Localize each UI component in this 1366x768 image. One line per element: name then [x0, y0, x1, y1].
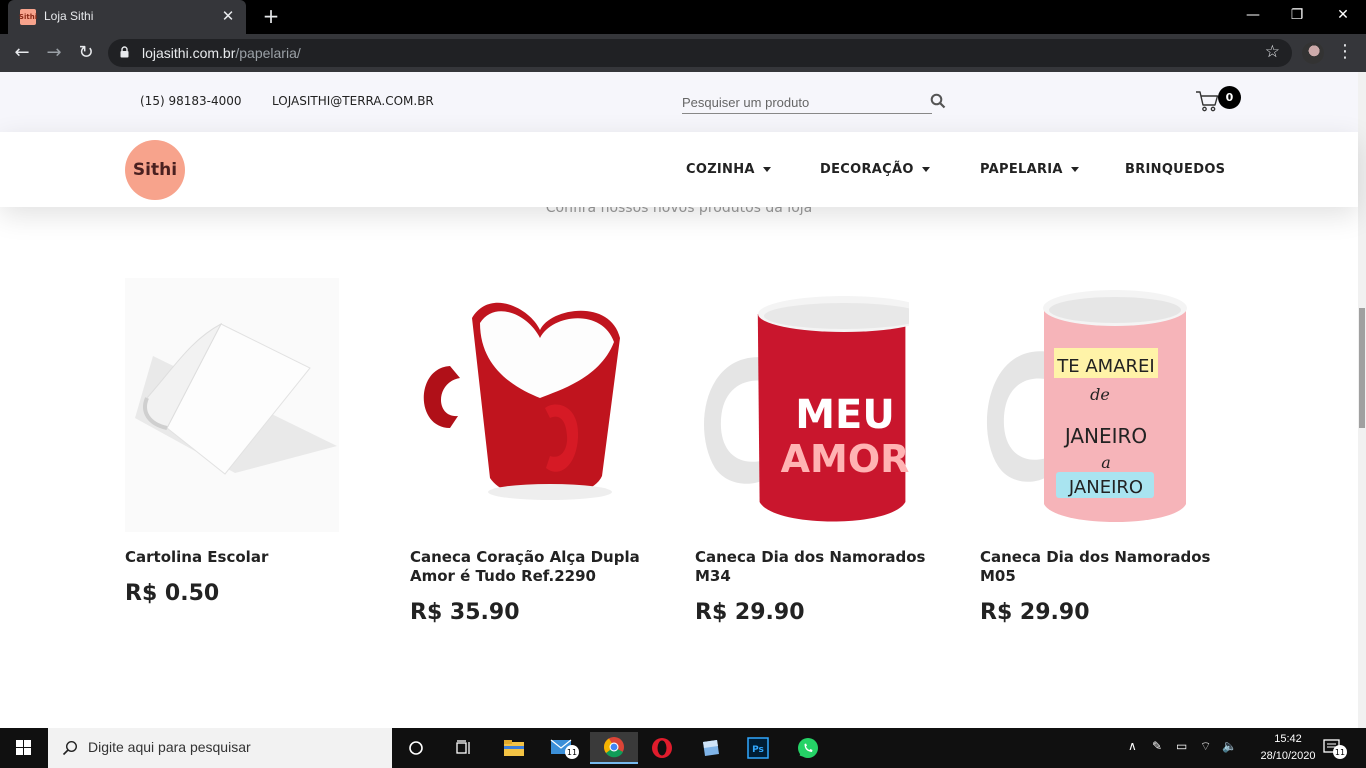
url-domain: lojasithi.com.br — [142, 45, 236, 61]
mug-text-a: a — [1101, 453, 1111, 472]
main-navbar: Sithi COZINHA DECORAÇÃO PAPELARIA BRINQU… — [0, 132, 1358, 207]
address-bar[interactable]: lojasithi.com.br/papelaria/ ☆ — [108, 39, 1292, 67]
bookmark-star-icon[interactable]: ☆ — [1265, 42, 1280, 62]
clock-time: 15:42 — [1274, 733, 1302, 745]
task-view-icon[interactable] — [440, 732, 488, 764]
back-arrow-icon[interactable]: ← — [10, 41, 34, 65]
reload-icon[interactable]: ↻ — [74, 41, 98, 65]
nav-item-cozinha[interactable]: COZINHA — [686, 162, 771, 177]
product-image-paper[interactable] — [125, 278, 339, 532]
url-text: lojasithi.com.br/papelaria/ — [142, 45, 301, 61]
nav-label: BRINQUEDOS — [1125, 162, 1226, 177]
page-scrollbar[interactable] — [1358, 72, 1366, 728]
product-price: R$ 35.90 — [410, 600, 520, 625]
nav-item-decoracao[interactable]: DECORAÇÃO — [820, 162, 930, 177]
shopping-cart-icon[interactable] — [1194, 88, 1220, 114]
nav-label: DECORAÇÃO — [820, 162, 914, 177]
product-image-heart-mug[interactable] — [410, 278, 624, 532]
notification-center-icon[interactable]: 11 — [1322, 736, 1348, 760]
product-name[interactable]: Caneca Coração Alça Dupla Amor é Tudo Re… — [410, 548, 660, 586]
mug-text-amor: AMOR — [781, 437, 909, 481]
taskbar-search-placeholder: Digite aqui para pesquisar — [88, 739, 251, 755]
product-search — [682, 92, 932, 114]
url-path: /papelaria/ — [235, 45, 301, 61]
mug-text-te-amarei: TE AMAREI — [1056, 356, 1154, 377]
browser-menu-icon[interactable]: ⋮ — [1336, 41, 1354, 62]
mug-text-de: de — [1090, 385, 1110, 404]
caret-down-icon — [921, 167, 930, 172]
search-icon — [62, 740, 78, 756]
whatsapp-icon[interactable] — [784, 732, 832, 764]
mug-text-janeiro-2: JANEIRO — [1068, 477, 1143, 498]
minimize-button[interactable]: — — [1230, 0, 1276, 30]
wifi-icon[interactable]: ⌔ — [1200, 739, 1211, 754]
notification-badge: 11 — [1335, 748, 1345, 757]
product-price: R$ 29.90 — [695, 600, 805, 625]
browser-tab-bar: Sithi Loja Sithi ✕ + — ❐ ✕ — [0, 0, 1366, 34]
site-favicon-icon: Sithi — [19, 9, 37, 25]
product-card[interactable]: TE AMAREI de JANEIRO a JANEIRO Caneca Di… — [980, 278, 1235, 625]
battery-icon[interactable]: ▭ — [1176, 739, 1187, 753]
tray-pen-icon[interactable]: ✎ — [1152, 739, 1162, 753]
search-input[interactable] — [682, 92, 912, 113]
product-card[interactable]: Cartolina Escolar R$ 0.50 — [125, 278, 380, 606]
chrome-icon[interactable] — [590, 732, 638, 764]
lock-icon — [120, 46, 129, 58]
volume-icon[interactable]: 🔈 — [1222, 739, 1237, 753]
product-name[interactable]: Cartolina Escolar — [125, 548, 375, 567]
nav-item-papelaria[interactable]: PAPELARIA — [980, 162, 1079, 177]
close-tab-icon[interactable]: ✕ — [218, 6, 238, 26]
sithi-logo[interactable]: Sithi — [125, 140, 185, 200]
tray-chevron-up-icon[interactable]: ∧ — [1128, 739, 1137, 753]
profile-avatar[interactable] — [1302, 42, 1324, 64]
clock-date: 28/10/2020 — [1260, 750, 1316, 762]
new-tab-button[interactable]: + — [260, 5, 282, 27]
windows-taskbar: Digite aqui para pesquisar 11 Ps ∧ ✎ ▭ ⌔… — [0, 728, 1366, 768]
email-address: LOJASITHI@TERRA.COM.BR — [272, 94, 434, 108]
nav-label: PAPELARIA — [980, 162, 1063, 177]
browser-toolbar: ← → ↻ lojasithi.com.br/papelaria/ ☆ ⋮ — [0, 34, 1366, 72]
caret-down-icon — [1070, 167, 1079, 172]
product-image-te-amarei-mug[interactable]: TE AMAREI de JANEIRO a JANEIRO — [980, 278, 1194, 532]
svg-text:Ps: Ps — [752, 745, 764, 755]
product-image-meu-amor-mug[interactable]: MEU AMOR — [695, 278, 909, 532]
caret-down-icon — [762, 167, 771, 172]
nav-label: COZINHA — [686, 162, 755, 177]
restore-button[interactable]: ❐ — [1274, 0, 1320, 30]
windows-start-icon[interactable] — [0, 728, 48, 768]
product-price: R$ 29.90 — [980, 600, 1090, 625]
contact-top-bar: (15) 98183-4000 LOJASITHI@TERRA.COM.BR 0 — [0, 72, 1358, 132]
file-explorer-icon[interactable] — [490, 732, 538, 764]
app-icon[interactable] — [686, 732, 734, 764]
browser-tab[interactable]: Sithi Loja Sithi ✕ — [8, 0, 246, 34]
tab-title: Loja Sithi — [44, 9, 94, 23]
system-clock[interactable]: 15:42 28/10/2020 — [1256, 731, 1320, 765]
product-card[interactable]: MEU AMOR Caneca Dia dos Namorados M34 R$… — [695, 278, 950, 625]
search-icon[interactable] — [930, 93, 946, 109]
opera-icon[interactable] — [638, 732, 686, 764]
product-price: R$ 0.50 — [125, 581, 220, 606]
close-window-button[interactable]: ✕ — [1320, 0, 1366, 30]
mail-icon[interactable]: 11 — [540, 732, 588, 764]
phone-number: (15) 98183-4000 — [140, 94, 242, 108]
product-card[interactable]: Caneca Coração Alça Dupla Amor é Tudo Re… — [410, 278, 665, 625]
taskbar-search-box[interactable]: Digite aqui para pesquisar — [48, 728, 392, 768]
cart-count-badge: 0 — [1218, 86, 1241, 109]
product-name[interactable]: Caneca Dia dos Namorados M34 — [695, 548, 945, 586]
product-name[interactable]: Caneca Dia dos Namorados M05 — [980, 548, 1230, 586]
nav-item-brinquedos[interactable]: BRINQUEDOS — [1125, 162, 1225, 177]
mail-badge: 11 — [567, 748, 577, 757]
forward-arrow-icon[interactable]: → — [42, 41, 66, 65]
mug-text-meu: MEU — [795, 392, 895, 438]
photoshop-icon[interactable]: Ps — [734, 732, 782, 764]
web-page: (15) 98183-4000 LOJASITHI@TERRA.COM.BR 0… — [0, 72, 1366, 728]
mug-text-janeiro: JANEIRO — [1063, 424, 1147, 448]
scrollbar-thumb[interactable] — [1359, 308, 1365, 428]
cortana-icon[interactable] — [392, 732, 440, 764]
